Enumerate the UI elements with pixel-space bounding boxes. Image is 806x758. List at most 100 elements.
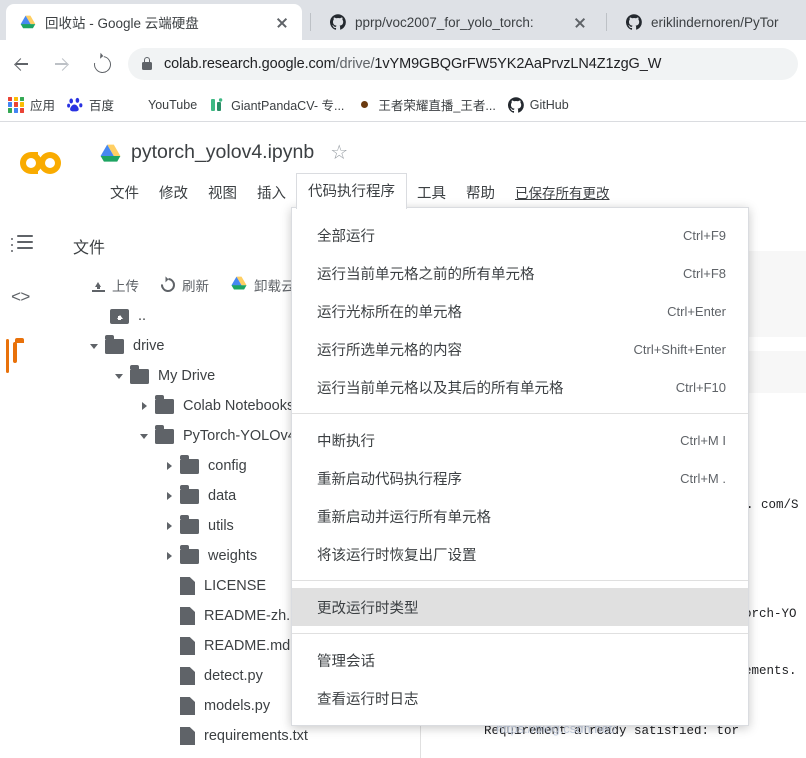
wechat-icon	[581, 97, 597, 113]
browser-tab-0[interactable]: 回收站 - Google 云端硬盘	[6, 4, 302, 40]
menu-item-edit[interactable]: 修改	[149, 176, 198, 209]
browser-tab-2[interactable]: eriklindernoren/PyTor	[614, 4, 806, 40]
colab-logo	[16, 148, 70, 178]
menu-item-view[interactable]: 视图	[198, 176, 247, 209]
chevron-down-icon[interactable]	[137, 428, 153, 444]
tab-close-icon-0[interactable]	[270, 10, 294, 34]
menu-option-label: 运行光标所在的单元格	[317, 304, 462, 321]
giantpandacv-icon	[209, 97, 225, 113]
menu-option-run-focused[interactable]: 运行光标所在的单元格 Ctrl+Enter	[292, 292, 748, 330]
unmount-label: 卸载云	[254, 279, 295, 294]
github-icon	[507, 96, 524, 113]
forward-arrow-icon	[55, 57, 68, 70]
menu-item-runtime[interactable]: 代码执行程序	[296, 173, 407, 209]
bookmarks-bar: 应用 百度 YouTube GiantPandaCV- 专... 王者荣耀直播_…	[0, 88, 806, 122]
notebook-title[interactable]: pytorch_yolov4.ipynb	[131, 141, 314, 164]
chevron-right-icon[interactable]	[162, 518, 178, 534]
bookmark-wechat[interactable]	[581, 97, 597, 113]
save-status-link[interactable]: 已保存所有更改	[515, 182, 610, 209]
forward-button[interactable]	[44, 46, 80, 82]
drive-icon	[20, 14, 36, 30]
tree-label: README.md	[204, 638, 291, 654]
files-pane-title: 文件	[73, 240, 106, 257]
menu-option-change-runtime-type[interactable]: 更改运行时类型	[292, 588, 748, 626]
menu-option-run-before[interactable]: 运行当前单元格之前的所有单元格 Ctrl+F8	[292, 254, 748, 292]
drive-icon	[231, 276, 247, 295]
youtube-icon	[126, 97, 142, 113]
bookmark-label: 百度	[89, 99, 115, 113]
bookmark-label: GitHub	[529, 97, 569, 112]
chevron-down-icon[interactable]	[87, 338, 103, 354]
menu-option-label: 运行当前单元格之前的所有单元格	[317, 266, 535, 283]
refresh-label: 刷新	[182, 279, 209, 294]
star-icon[interactable]: ☆	[330, 143, 348, 163]
menu-option-label: 全部运行	[317, 228, 375, 245]
notebook-code-fragment: orch-YO	[744, 607, 797, 621]
menu-item-insert[interactable]: 插入	[247, 176, 296, 209]
browser-toolbar: colab.research.google.com/drive/1vYM9GBQ…	[0, 40, 806, 88]
drive-icon	[100, 144, 121, 162]
chevron-right-icon[interactable]	[162, 488, 178, 504]
menu-option-label: 运行当前单元格以及其后的所有单元格	[317, 380, 564, 397]
table-of-contents-icon[interactable]	[11, 235, 37, 261]
menu-option-run-after[interactable]: 运行当前单元格以及其后的所有单元格 Ctrl+F10	[292, 368, 748, 406]
menu-option-interrupt[interactable]: 中断执行 Ctrl+M I	[292, 421, 748, 459]
browser-tab-title-2: eriklindernoren/PyTor	[651, 14, 779, 30]
menu-option-label: 重新启动并运行所有单元格	[317, 509, 491, 526]
browser-tab-1[interactable]: pprp/voc2007_for_yolo_torch:	[318, 4, 598, 40]
menu-option-factory-reset[interactable]: 将该运行时恢复出厂设置	[292, 535, 748, 573]
code-snippets-icon[interactable]: <>	[11, 289, 37, 315]
bookmark-label: GiantPandaCV- 专...	[231, 99, 345, 113]
menu-option-restart-runtime[interactable]: 重新启动代码执行程序 Ctrl+M .	[292, 459, 748, 497]
bookmark-giantpandacv[interactable]: GiantPandaCV- 专...	[209, 95, 344, 114]
menu-option-run-all[interactable]: 全部运行 Ctrl+F9	[292, 216, 748, 254]
reload-button[interactable]	[84, 46, 120, 82]
files-folder-icon[interactable]	[13, 342, 39, 370]
notebook-code-fragment: ements.	[744, 664, 797, 678]
baidu-icon	[67, 97, 83, 113]
bookmark-baidu[interactable]: 百度	[67, 95, 114, 114]
refresh-button[interactable]: 刷新	[158, 275, 209, 295]
folder-icon	[180, 515, 199, 534]
unmount-drive-button[interactable]: 卸载云	[231, 275, 295, 295]
file-icon	[180, 607, 195, 625]
menu-item-tools[interactable]: 工具	[407, 176, 456, 209]
tab-close-icon-1[interactable]	[568, 10, 592, 34]
colab-left-rail: <>	[0, 223, 48, 758]
browser-tab-title-1: pprp/voc2007_for_yolo_torch:	[355, 14, 534, 30]
upload-button[interactable]: 上传	[92, 275, 139, 295]
menu-option-label: 将该运行时恢复出厂设置	[317, 547, 477, 564]
tree-label: data	[208, 488, 237, 504]
address-bar[interactable]: colab.research.google.com/drive/1vYM9GBQ…	[128, 48, 798, 80]
folder-icon	[130, 365, 149, 384]
bookmark-youtube[interactable]: YouTube	[126, 97, 197, 113]
file-icon	[180, 667, 195, 685]
back-button[interactable]	[4, 46, 40, 82]
chevron-down-icon[interactable]	[112, 368, 128, 384]
bookmark-github[interactable]: GitHub	[507, 96, 569, 113]
bookmark-label: 王者荣耀直播_王者...	[378, 99, 496, 113]
folder-icon	[105, 335, 124, 354]
menu-option-restart-and-run-all[interactable]: 重新启动并运行所有单元格	[292, 497, 748, 535]
menu-option-shortcut: Ctrl+Enter	[667, 303, 726, 319]
menu-option-shortcut: Ctrl+F8	[683, 265, 726, 281]
chevron-right-icon[interactable]	[162, 458, 178, 474]
menu-option-run-selection[interactable]: 运行所选单元格的内容 Ctrl+Shift+Enter	[292, 330, 748, 368]
menu-option-view-runtime-logs[interactable]: 查看运行时日志	[292, 679, 748, 717]
chevron-right-icon[interactable]	[137, 398, 153, 414]
upload-icon	[92, 279, 105, 292]
menu-separator	[292, 633, 748, 634]
upload-label: 上传	[112, 279, 139, 294]
tree-label: LICENSE	[204, 578, 267, 594]
chevron-right-icon[interactable]	[162, 548, 178, 564]
notebook-title-row: pytorch_yolov4.ipynb ☆	[100, 141, 348, 164]
menu-item-help[interactable]: 帮助	[456, 176, 505, 209]
folder-icon	[180, 455, 199, 474]
bookmark-apps[interactable]: 应用	[8, 95, 55, 114]
tree-label: ..	[138, 308, 147, 324]
bookmark-wangzhe[interactable]: 王者荣耀直播_王者...	[356, 95, 495, 114]
menu-item-file[interactable]: 文件	[100, 176, 149, 209]
tab-separator-2	[606, 13, 607, 31]
menu-option-manage-sessions[interactable]: 管理会话	[292, 641, 748, 679]
tree-label: models.py	[204, 698, 271, 714]
